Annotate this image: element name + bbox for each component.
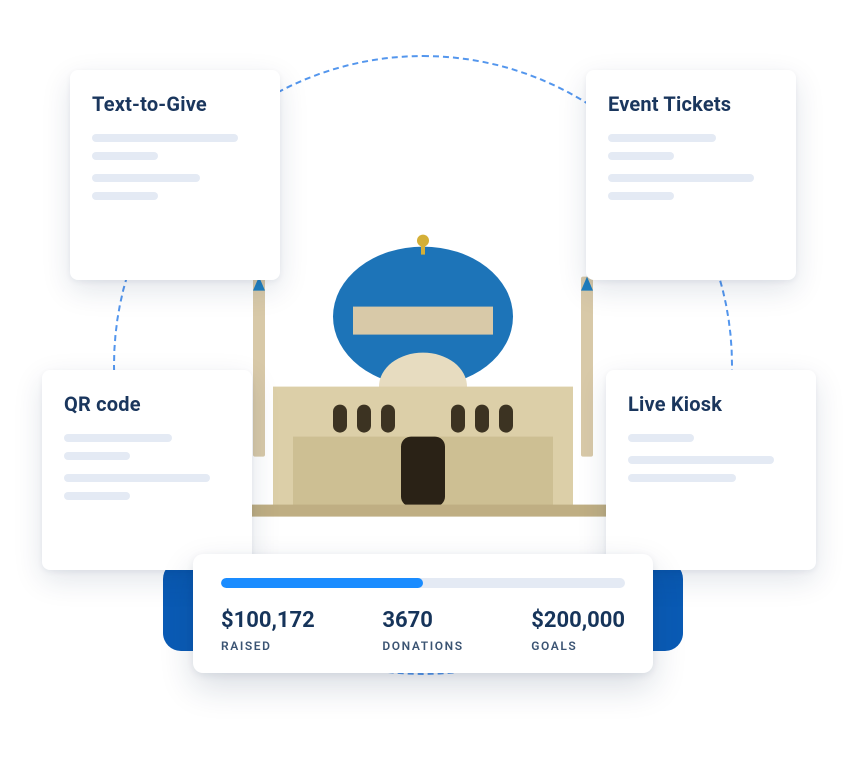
card-title: QR code: [64, 392, 230, 416]
placeholder-line: [64, 474, 210, 482]
card-title: Live Kiosk: [628, 392, 794, 416]
card-title: Event Tickets: [608, 92, 774, 116]
placeholder-line: [628, 434, 694, 442]
stats-card: $100,172 RAISED 3670 DONATIONS $200,000 …: [193, 554, 653, 673]
placeholder-line: [608, 152, 674, 160]
card-qr-code: QR code: [42, 370, 252, 570]
placeholder-line: [608, 174, 754, 182]
card-event-tickets: Event Tickets: [586, 70, 796, 280]
stat-raised: $100,172 RAISED: [221, 608, 315, 653]
placeholder-lines: [92, 174, 258, 200]
stat-value: 3670: [382, 608, 463, 633]
stat-donations: 3670 DONATIONS: [382, 608, 463, 653]
placeholder-line: [92, 192, 158, 200]
stat-label: GOALS: [531, 639, 625, 653]
diagram-stage: Text-to-Give Event Tickets QR code: [0, 0, 846, 761]
placeholder-lines: [608, 174, 774, 200]
placeholder-line: [608, 134, 716, 142]
placeholder-line: [92, 134, 238, 142]
placeholder-line: [608, 192, 674, 200]
placeholder-lines: [64, 434, 230, 460]
placeholder-line: [64, 452, 130, 460]
placeholder-line: [92, 174, 200, 182]
stat-value: $200,000: [531, 608, 625, 633]
placeholder-lines: [628, 456, 794, 482]
card-text-to-give: Text-to-Give: [70, 70, 280, 280]
placeholder-lines: [92, 134, 258, 160]
placeholder-line: [628, 474, 736, 482]
stat-goals: $200,000 GOALS: [531, 608, 625, 653]
stat-label: DONATIONS: [382, 639, 463, 653]
placeholder-line: [628, 456, 774, 464]
stats-row: $100,172 RAISED 3670 DONATIONS $200,000 …: [221, 608, 625, 653]
card-live-kiosk: Live Kiosk: [606, 370, 816, 570]
placeholder-line: [92, 152, 158, 160]
stat-label: RAISED: [221, 639, 315, 653]
placeholder-lines: [608, 134, 774, 160]
placeholder-lines: [628, 434, 794, 442]
card-title: Text-to-Give: [92, 92, 258, 116]
stat-value: $100,172: [221, 608, 315, 633]
placeholder-line: [64, 434, 172, 442]
placeholder-line: [64, 492, 130, 500]
progress-fill: [221, 578, 423, 588]
placeholder-lines: [64, 474, 230, 500]
progress-track: [221, 578, 625, 588]
